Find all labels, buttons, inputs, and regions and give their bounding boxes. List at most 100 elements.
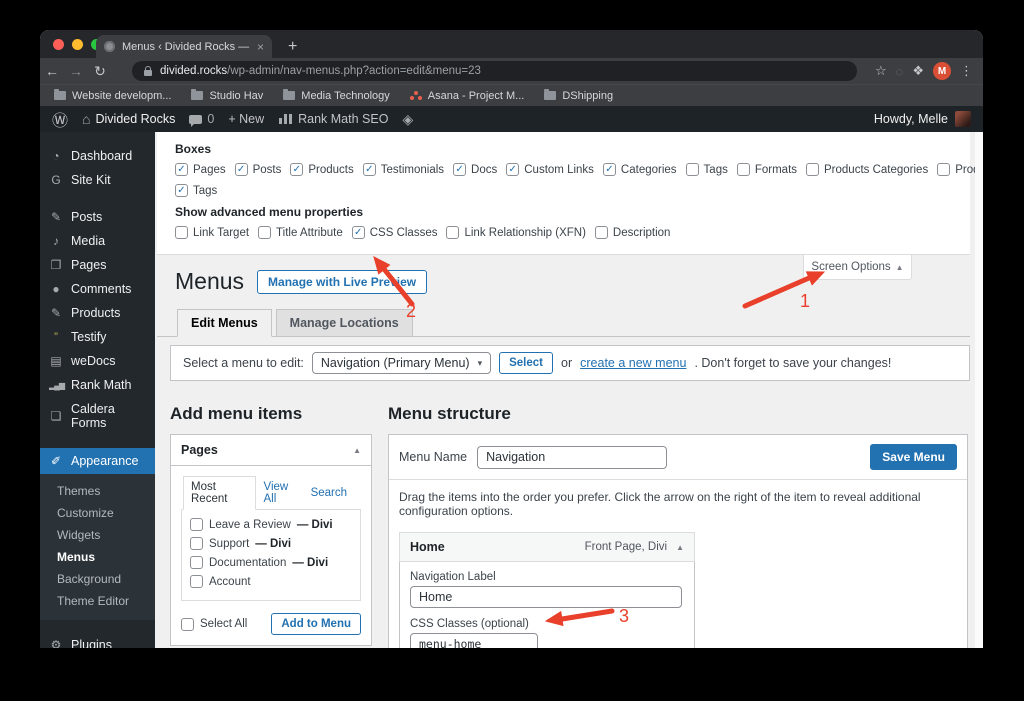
save-menu-button[interactable]: Save Menu: [870, 444, 957, 470]
screen-options-toggle[interactable]: Screen Options ▲: [803, 255, 912, 280]
pages-tab[interactable]: View All: [264, 477, 299, 509]
screen-option-checkbox[interactable]: Posts: [234, 163, 281, 176]
adminbar-new-button[interactable]: + New: [228, 112, 264, 126]
checkbox[interactable]: [190, 575, 203, 588]
checkbox[interactable]: [190, 518, 203, 531]
page-checkbox-item[interactable]: Documentation — Divi: [190, 556, 352, 569]
checkbox[interactable]: [594, 226, 608, 239]
close-tab-icon[interactable]: ×: [257, 41, 264, 53]
screen-option-checkbox[interactable]: Custom Links: [506, 163, 594, 176]
css-classes-input[interactable]: [410, 633, 538, 648]
minimize-window-button[interactable]: [72, 39, 83, 50]
checkbox[interactable]: [602, 163, 616, 176]
reload-icon[interactable]: ↻: [88, 63, 112, 80]
screen-option-checkbox[interactable]: Tags: [175, 184, 217, 197]
screen-option-checkbox[interactable]: Testimonials: [362, 163, 444, 176]
sidebar-item[interactable]: ” Testify: [40, 325, 155, 349]
inactive-extension-icon[interactable]: ◌: [896, 64, 904, 79]
checkbox[interactable]: [446, 226, 460, 239]
nav-tab[interactable]: Edit Menus: [177, 309, 272, 337]
checkbox[interactable]: [362, 163, 376, 176]
checkbox[interactable]: [685, 163, 699, 176]
pages-postbox-header[interactable]: Pages ▲: [171, 435, 371, 466]
address-bar[interactable]: divided.rocks /wp-admin/nav-menus.php?ac…: [132, 61, 857, 81]
checkbox[interactable]: [453, 163, 467, 176]
submenu-item[interactable]: Theme Editor: [40, 590, 155, 612]
screen-option-checkbox[interactable]: Title Attribute: [258, 226, 343, 239]
select-all-checkbox[interactable]: Select All: [181, 617, 247, 631]
checkbox[interactable]: [806, 163, 820, 176]
live-preview-button[interactable]: Manage with Live Preview: [257, 269, 428, 294]
select-button[interactable]: Select: [499, 352, 553, 374]
sidebar-item[interactable]: G Site Kit: [40, 168, 155, 192]
checkbox[interactable]: [175, 184, 188, 197]
bookmark-item[interactable]: Asana - Project M...: [410, 90, 524, 102]
sidebar-item[interactable]: ◔ Dashboard: [40, 144, 155, 168]
menu-item-header[interactable]: Home Front Page, Divi ▲: [399, 532, 695, 562]
menu-name-input[interactable]: [477, 445, 668, 469]
screen-option-checkbox[interactable]: Products: [290, 163, 354, 176]
howdy-label[interactable]: Howdy, Melle: [874, 112, 948, 126]
nav-tab[interactable]: Manage Locations: [275, 309, 413, 337]
checkbox[interactable]: [234, 163, 248, 176]
sidebar-item[interactable]: ❐ Pages: [40, 253, 155, 277]
bookmark-item[interactable]: DShipping: [544, 89, 613, 102]
sidebar-item[interactable]: ✎ Products: [40, 301, 155, 325]
collapse-arrow-icon[interactable]: ▲: [676, 543, 684, 552]
menu-select-dropdown[interactable]: Navigation (Primary Menu) ▾: [311, 352, 492, 374]
sidebar-item[interactable]: ● Comments: [40, 277, 155, 301]
sidebar-item[interactable]: ⚙ Plugins: [40, 633, 155, 648]
checkbox[interactable]: [736, 163, 750, 176]
screen-option-checkbox[interactable]: Link Target: [175, 226, 249, 239]
screen-option-checkbox[interactable]: Pages: [175, 163, 226, 176]
forward-icon[interactable]: →: [64, 63, 88, 79]
adminbar-site-name[interactable]: ⌂ Divided Rocks: [82, 111, 175, 127]
checkbox[interactable]: [506, 163, 520, 176]
page-checkbox-item[interactable]: Account: [190, 575, 352, 588]
pages-tab[interactable]: Search: [311, 483, 347, 503]
wordpress-logo-icon[interactable]: Ⓦ: [52, 107, 68, 131]
submenu-item[interactable]: Customize: [40, 502, 155, 524]
screen-option-checkbox[interactable]: Link Relationship (XFN): [446, 226, 586, 239]
screen-option-checkbox[interactable]: Docs: [453, 163, 497, 176]
sidebar-item[interactable]: ♪ Media: [40, 229, 155, 253]
checkbox[interactable]: [175, 163, 188, 176]
add-to-menu-button[interactable]: Add to Menu: [271, 613, 361, 635]
checkbox[interactable]: [175, 226, 188, 239]
page-checkbox-item[interactable]: Support — Divi: [190, 537, 352, 550]
collapse-arrow-icon[interactable]: ▲: [353, 446, 361, 455]
submenu-item[interactable]: Menus: [40, 546, 155, 568]
screen-option-checkbox[interactable]: Categories: [602, 163, 677, 176]
sidebar-item[interactable]: ✎ Posts: [40, 205, 155, 229]
checkbox[interactable]: [190, 556, 203, 569]
sidebar-item[interactable]: ▂▄▆ Rank Math: [40, 373, 155, 397]
bookmark-item[interactable]: Website developm...: [54, 89, 171, 102]
browser-tab[interactable]: Menus ‹ Divided Rocks — Wor ×: [96, 35, 272, 58]
new-tab-button[interactable]: +: [288, 35, 297, 58]
create-new-menu-link[interactable]: create a new menu: [580, 356, 686, 370]
checkbox[interactable]: [351, 226, 365, 239]
submenu-item[interactable]: Themes: [40, 480, 155, 502]
navigation-label-input[interactable]: [410, 586, 682, 608]
submenu-item[interactable]: Background: [40, 568, 155, 590]
screen-option-checkbox[interactable]: Description: [594, 226, 670, 239]
sidebar-item[interactable]: ❏ Caldera Forms: [40, 397, 155, 435]
back-icon[interactable]: ←: [40, 63, 64, 79]
divi-diamond-icon[interactable]: ◈: [402, 111, 413, 128]
bookmark-item[interactable]: Studio Hav: [191, 89, 263, 102]
bookmark-item[interactable]: Media Technology: [283, 89, 390, 102]
bookmark-star-icon[interactable]: ☆: [875, 63, 887, 79]
submenu-item[interactable]: Widgets: [40, 524, 155, 546]
sidebar-item-appearance[interactable]: ✐ Appearance: [40, 448, 155, 474]
page-checkbox-item[interactable]: Leave a Review — Divi: [190, 518, 352, 531]
checkbox[interactable]: [181, 617, 194, 631]
screen-option-checkbox[interactable]: Products Categories: [806, 163, 928, 176]
screen-option-checkbox[interactable]: CSS Classes: [351, 226, 437, 239]
adminbar-comments[interactable]: 0: [189, 112, 214, 127]
user-avatar[interactable]: [955, 111, 971, 127]
adminbar-rank-math[interactable]: Rank Math SEO: [278, 112, 388, 126]
checkbox[interactable]: [258, 226, 272, 239]
checkbox[interactable]: [190, 537, 203, 550]
checkbox[interactable]: [937, 163, 951, 176]
screen-option-checkbox[interactable]: Formats: [736, 163, 797, 176]
